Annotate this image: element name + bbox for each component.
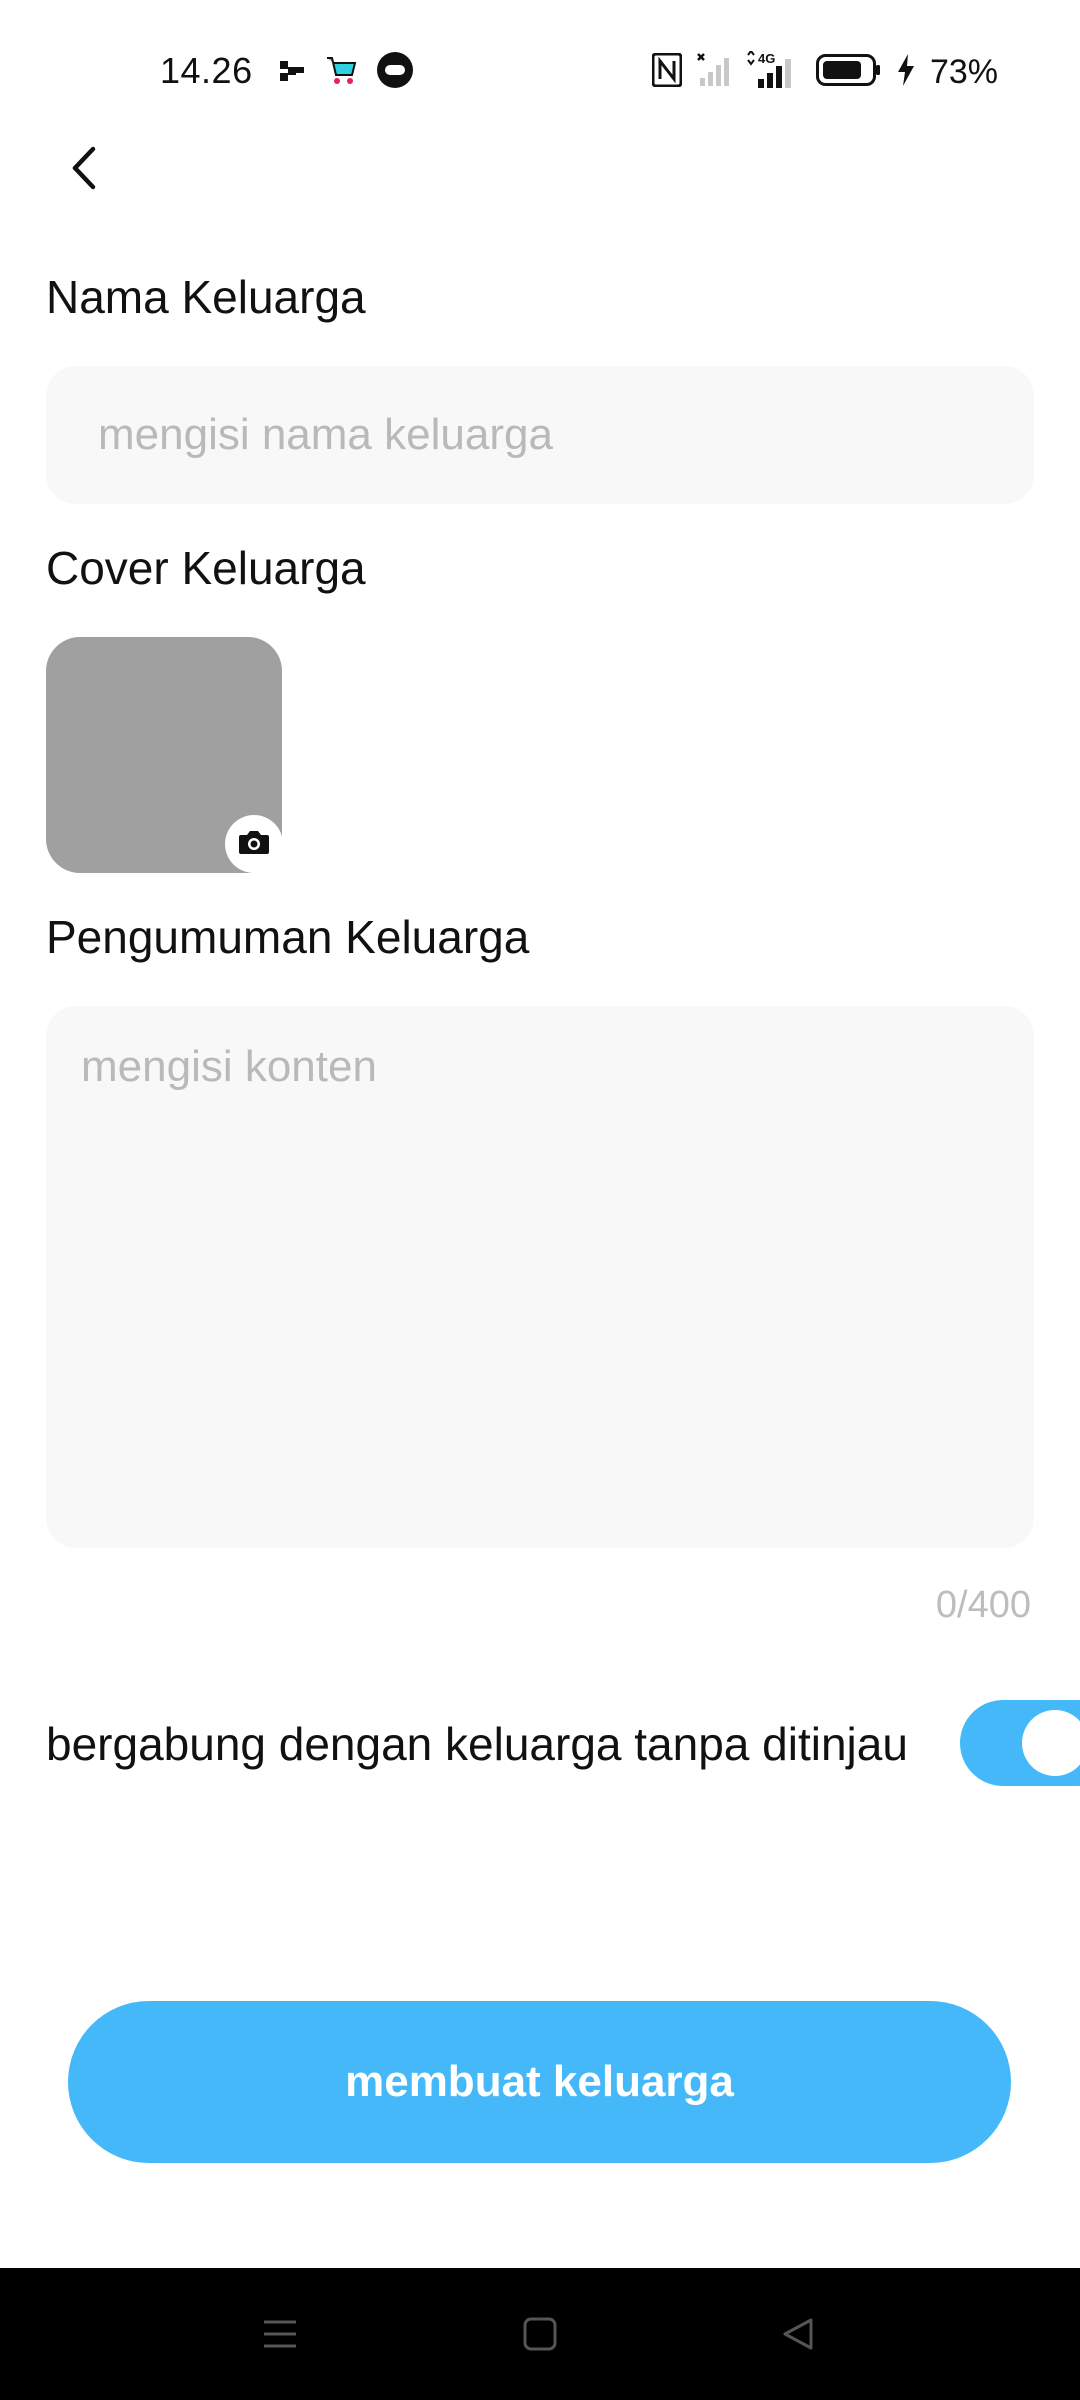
camera-icon — [238, 829, 270, 860]
chevron-left-icon — [65, 144, 105, 197]
status-app-icons — [280, 51, 414, 94]
shopping-cart-app-icon — [324, 53, 358, 92]
cover-label: Cover Keluarga — [46, 542, 366, 594]
status-right: 4G 73% — [651, 48, 998, 94]
toggle-knob — [1022, 1710, 1080, 1776]
battery-percent: 73% — [929, 52, 998, 91]
charging-bolt-icon — [896, 53, 916, 92]
status-bar: 14.26 4G 73% — [0, 0, 1080, 140]
nav-home-button[interactable] — [500, 2296, 580, 2376]
join-without-review-label: bergabung dengan keluarga tanpa ditinjau — [46, 1718, 908, 1770]
camera-button[interactable] — [225, 815, 283, 873]
back-button[interactable] — [50, 135, 120, 205]
create-family-button[interactable]: membuat keluarga — [68, 2001, 1011, 2163]
announcement-label: Pengumuman Keluarga — [46, 911, 530, 963]
back-triangle-icon — [778, 2314, 818, 2359]
family-name-input[interactable] — [46, 366, 1034, 504]
create-family-screen: 14.26 4G 73% Nama Keluarga mengisi nama … — [0, 0, 1080, 2400]
no-signal-icon — [696, 52, 730, 93]
system-navigation-bar — [0, 2268, 1080, 2400]
svg-text:4G: 4G — [758, 51, 775, 66]
family-name-label: Nama Keluarga — [46, 271, 366, 323]
chat-app-icon — [376, 51, 414, 94]
status-time: 14.26 — [160, 50, 253, 91]
home-icon — [520, 2314, 560, 2359]
app-notification-icon — [280, 59, 306, 86]
battery-icon — [815, 53, 882, 92]
character-counter: 0/400 — [935, 1584, 1031, 1626]
announcement-textarea[interactable] — [46, 1006, 1034, 1548]
nfc-icon — [651, 52, 683, 92]
menu-icon — [260, 2314, 300, 2359]
nav-back-button[interactable] — [758, 2296, 838, 2376]
4g-signal-icon: 4G — [744, 48, 802, 94]
nav-menu-button[interactable] — [240, 2296, 320, 2376]
